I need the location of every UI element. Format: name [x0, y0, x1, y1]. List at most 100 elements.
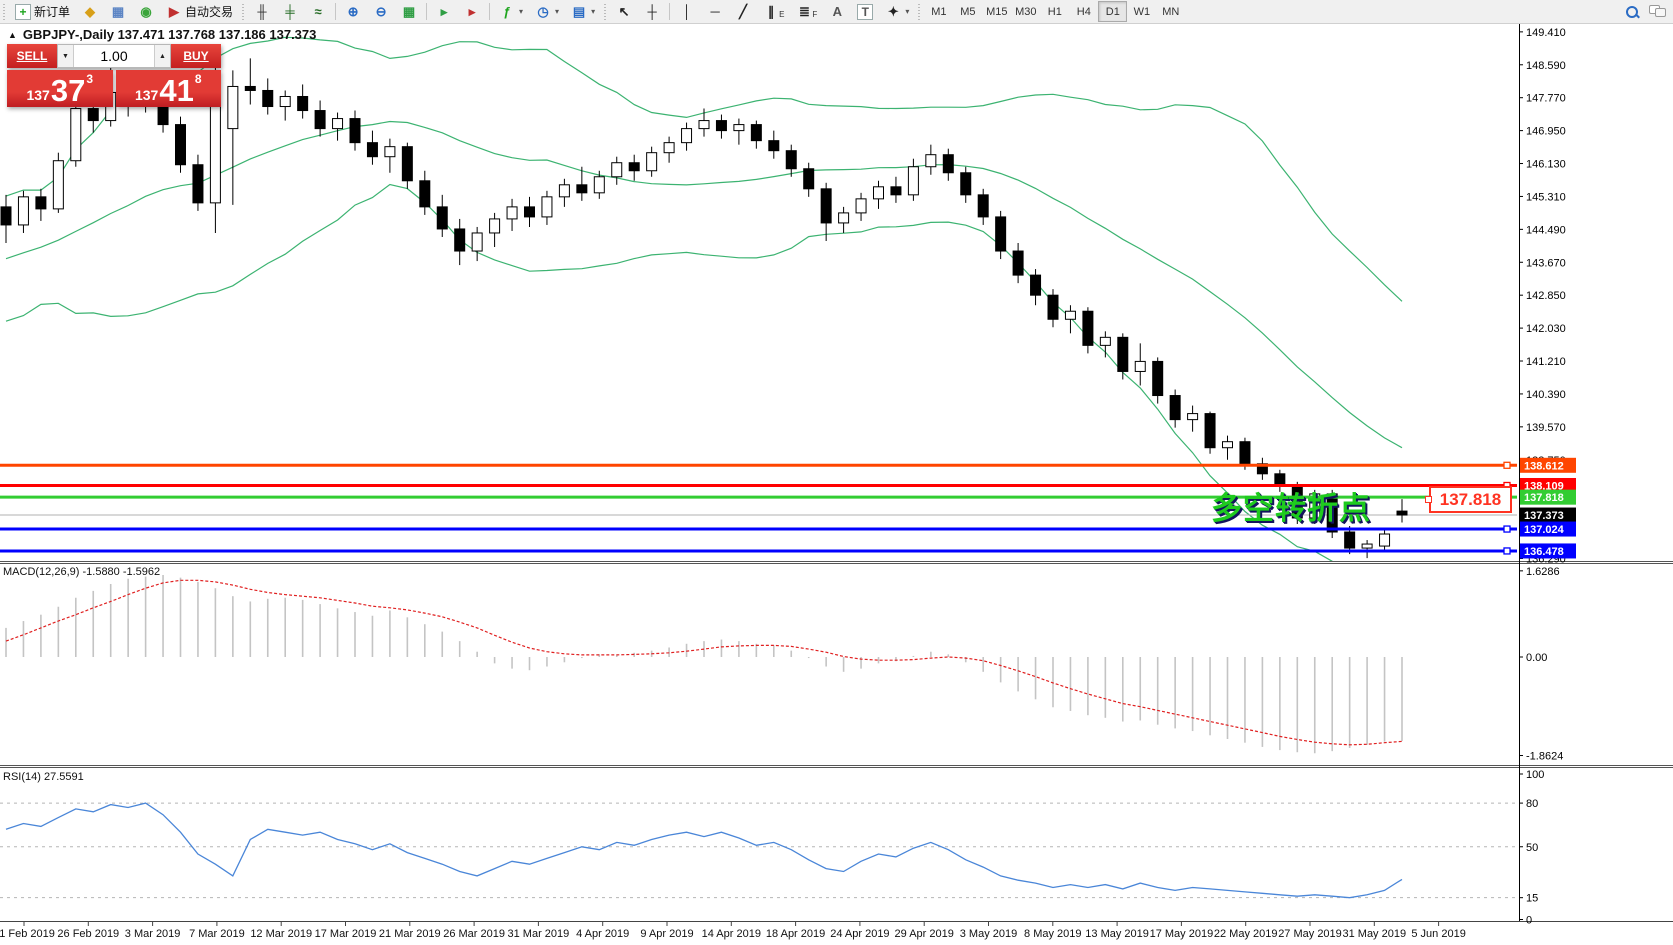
- tile-windows-icon: ▦: [401, 4, 417, 20]
- line-chart-icon: ≈: [310, 4, 326, 20]
- zoom-in-button[interactable]: ⊕: [340, 1, 366, 22]
- auto-scroll-button[interactable]: ▸: [431, 1, 457, 22]
- svg-text:17 May 2019: 17 May 2019: [1150, 928, 1214, 940]
- volume-stepper: ▼ 1.00 ▲: [57, 44, 171, 68]
- hline-handle[interactable]: [1504, 526, 1510, 532]
- svg-text:146.130: 146.130: [1526, 159, 1566, 171]
- volume-decrease-button[interactable]: ▼: [58, 45, 74, 67]
- timeframe-button-m30[interactable]: M30: [1011, 1, 1040, 22]
- sell-price[interactable]: 137 37 3: [7, 70, 113, 107]
- svg-text:15: 15: [1526, 893, 1538, 905]
- axis-price-tags: 138.612138.109137.818137.373137.024136.4…: [1520, 458, 1576, 559]
- line-chart-button[interactable]: ≈: [305, 1, 331, 22]
- buy-price[interactable]: 137 41 8: [116, 70, 222, 107]
- sell-price-big: 37: [51, 77, 85, 104]
- chat-icon[interactable]: [1649, 5, 1665, 18]
- dropdown-caret-icon[interactable]: ▾: [905, 7, 909, 16]
- terminal-icon[interactable]: ▦: [105, 1, 131, 22]
- periods-button[interactable]: ◷▾: [530, 1, 564, 22]
- svg-text:13 May 2019: 13 May 2019: [1085, 928, 1149, 940]
- dropdown-caret-icon[interactable]: ▾: [555, 7, 559, 16]
- dropdown-caret-icon[interactable]: ▾: [591, 7, 595, 16]
- templates-button[interactable]: ▤▾: [566, 1, 600, 22]
- text-button[interactable]: A: [824, 1, 850, 22]
- svg-text:142.030: 142.030: [1526, 323, 1566, 335]
- zoom-out-button[interactable]: ⊖: [368, 1, 394, 22]
- autotrading-icon: ▶: [166, 4, 182, 20]
- crosshair-button[interactable]: ┼: [639, 1, 665, 22]
- svg-text:138.612: 138.612: [1524, 460, 1564, 472]
- svg-text:50: 50: [1526, 842, 1538, 854]
- svg-text:22 May 2019: 22 May 2019: [1214, 928, 1278, 940]
- svg-text:12 Mar 2019: 12 Mar 2019: [250, 928, 312, 940]
- cursor-button[interactable]: ↖: [611, 1, 637, 22]
- search-icon[interactable]: [1625, 5, 1639, 19]
- hline-handle[interactable]: [1504, 548, 1510, 554]
- hline-handle[interactable]: [1504, 462, 1510, 468]
- timeframe-button-m1[interactable]: M1: [924, 1, 953, 22]
- svg-text:139.570: 139.570: [1526, 422, 1566, 434]
- timeframe-button-mn[interactable]: MN: [1156, 1, 1185, 22]
- terminal-icon-icon: ▦: [110, 4, 126, 20]
- indicators-button[interactable]: ƒ▾: [494, 1, 528, 22]
- tile-windows-button[interactable]: ▦: [396, 1, 422, 22]
- timeframe-button-h4[interactable]: H4: [1069, 1, 1098, 22]
- trendline-button[interactable]: ╱: [730, 1, 756, 22]
- timeframe-button-d1[interactable]: D1: [1098, 1, 1127, 22]
- chart-shift-button[interactable]: ▸: [459, 1, 485, 22]
- buy-button[interactable]: BUY: [171, 44, 221, 68]
- zoom-in-icon: ⊕: [345, 4, 361, 20]
- auto-scroll-icon: ▸: [436, 4, 452, 20]
- toolbar-grip[interactable]: [917, 4, 922, 20]
- sell-button[interactable]: SELL: [7, 44, 57, 68]
- arrows-icon: ✦: [885, 4, 901, 20]
- channel-icon: ∥: [763, 4, 779, 20]
- toolbar-grip[interactable]: [241, 4, 246, 20]
- svg-text:0.00: 0.00: [1526, 652, 1547, 664]
- text-icon: A: [829, 4, 845, 20]
- trendline-icon: ╱: [735, 4, 751, 20]
- timeframe-button-m5[interactable]: M5: [953, 1, 982, 22]
- fibonacci-button[interactable]: ≣F: [791, 1, 822, 22]
- svg-text:100: 100: [1526, 769, 1544, 781]
- symbol-expander-icon[interactable]: ▲: [8, 30, 17, 40]
- date-axis[interactable]: 21 Feb 201926 Feb 20193 Mar 20197 Mar 20…: [0, 922, 1466, 940]
- toolbar: +新订单◆▦◉▶自动交易╫╪≈⊕⊖▦▸▸ƒ▾◷▾▤▾↖┼│─╱∥E≣FAT✦▾M…: [0, 0, 1673, 24]
- timeframe-button-h1[interactable]: H1: [1040, 1, 1069, 22]
- buy-price-sup: 8: [195, 72, 202, 86]
- hline-button[interactable]: ─: [702, 1, 728, 22]
- svg-text:137.024: 137.024: [1524, 524, 1565, 536]
- label-button[interactable]: T: [852, 1, 878, 22]
- svg-text:137.818: 137.818: [1524, 492, 1564, 504]
- autotrading-button[interactable]: ▶自动交易: [161, 1, 238, 22]
- svg-text:143.670: 143.670: [1526, 257, 1566, 269]
- chart-text-annotation[interactable]: 多空转折点: [1211, 483, 1371, 528]
- fibonacci-icon: ≣: [796, 4, 812, 20]
- autotrading-button-label: 自动交易: [185, 3, 233, 20]
- toolbar-grip[interactable]: [2, 4, 7, 20]
- dropdown-caret-icon[interactable]: ▾: [519, 7, 523, 16]
- chart-canvas[interactable]: 149.410148.590147.770146.950146.130145.3…: [0, 0, 1673, 945]
- chart-history-icon[interactable]: ◆: [77, 1, 103, 22]
- svg-text:142.850: 142.850: [1526, 290, 1566, 302]
- candlestick-button[interactable]: ╪: [277, 1, 303, 22]
- timeframe-button-m15[interactable]: M15: [982, 1, 1011, 22]
- svg-text:144.490: 144.490: [1526, 224, 1566, 236]
- new-order-button[interactable]: +新订单: [10, 1, 75, 22]
- volume-input[interactable]: 1.00: [74, 45, 154, 67]
- price-axis[interactable]: 149.410148.590147.770146.950146.130145.3…: [1519, 27, 1566, 927]
- svg-text:4 Apr 2019: 4 Apr 2019: [576, 928, 629, 940]
- bar-chart-button[interactable]: ╫: [249, 1, 275, 22]
- timeframe-button-w1[interactable]: W1: [1127, 1, 1156, 22]
- signals-icon[interactable]: ◉: [133, 1, 159, 22]
- chart-ohlc-header: ▲ GBPJPY-,Daily 137.471 137.768 137.186 …: [8, 27, 316, 42]
- toolbar-grip[interactable]: [603, 4, 608, 20]
- toolbar-separator: [489, 3, 490, 20]
- toolbar-separator: [669, 3, 670, 20]
- svg-text:0: 0: [1526, 915, 1532, 927]
- arrows-button[interactable]: ✦▾: [880, 1, 914, 22]
- price-callout-label[interactable]: 137.818: [1429, 486, 1512, 513]
- channel-button[interactable]: ∥E: [758, 1, 789, 22]
- volume-increase-button[interactable]: ▲: [154, 45, 170, 67]
- vline-button[interactable]: │: [674, 1, 700, 22]
